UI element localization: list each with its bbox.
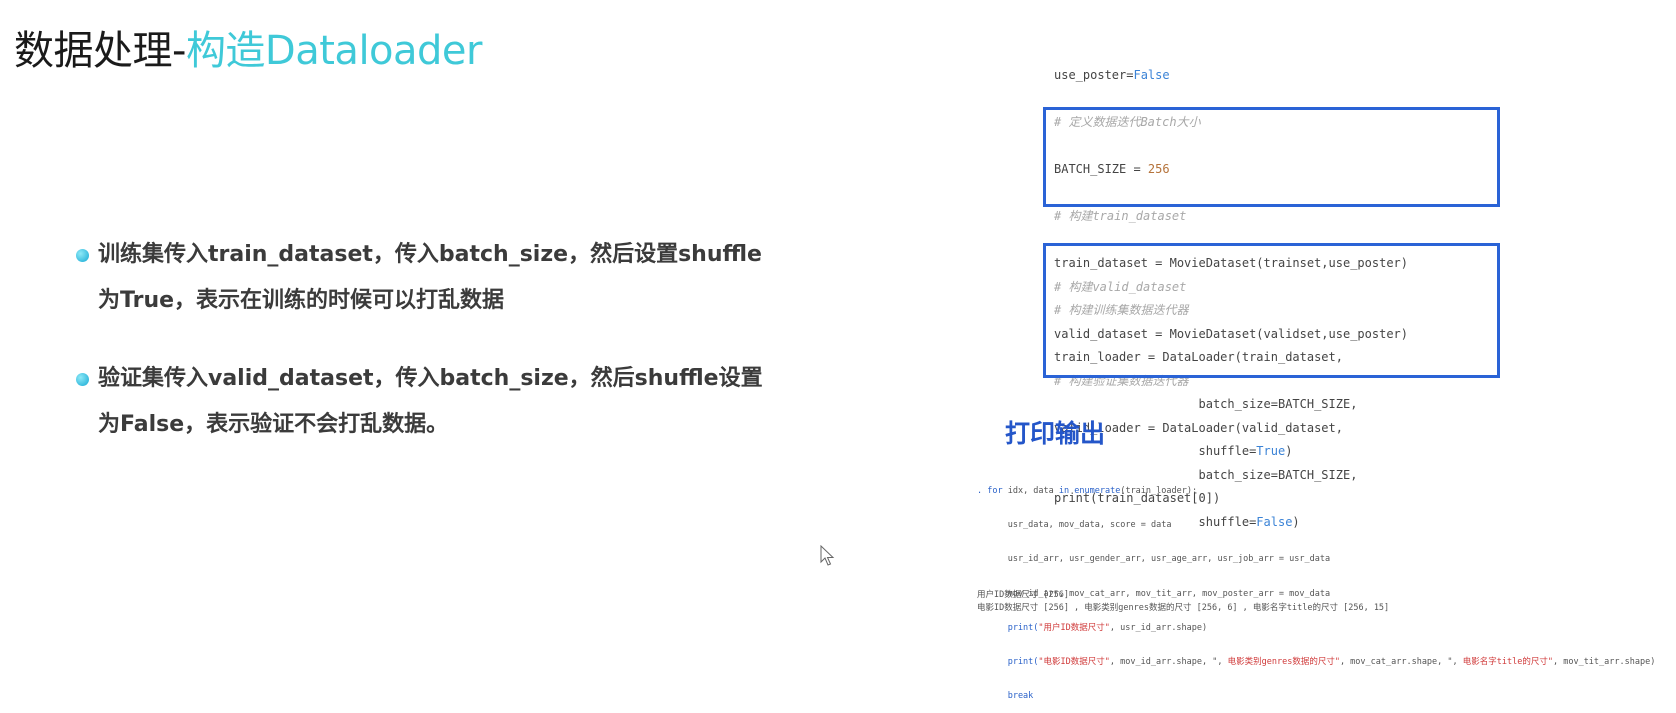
print-output-heading: 打印输出 (1005, 419, 1106, 448)
code-line: print("电影ID数据尺寸", mov_id_arr.shape, ", 电… (977, 656, 1656, 667)
bullet-train: 训练集传入train_dataset，传入batch_size，然后设置shuf… (76, 232, 846, 324)
code-line: mov_id_arr, mov_cat_arr, mov_tit_arr, mo… (977, 588, 1331, 599)
code-line: break (977, 691, 1034, 702)
highlight-box-train (1043, 107, 1500, 207)
bullet-valid: 验证集传入valid_dataset，传入batch_size，然后shuffl… (76, 356, 846, 448)
slide-title: 数据处理-构造Dataloader (14, 18, 483, 76)
code-line: usr_data, mov_data, score = data (977, 520, 1172, 531)
bullet-train-line1: 训练集传入train_dataset，传入batch_size，然后设置shuf… (98, 242, 762, 267)
title-main: 数据处理- (14, 28, 186, 74)
bullet-valid-line1: 验证集传入valid_dataset，传入batch_size，然后shuffl… (98, 366, 763, 391)
code-line: . for idx, data in enumerate(train_loade… (977, 486, 1198, 496)
output-line-2: 电影ID数据尺寸 [256] , 电影类别genres数据的尺寸 [256, 6… (977, 603, 1390, 613)
code-comment: # 构建train_dataset (1054, 209, 1187, 223)
bullet-dot-icon (76, 373, 89, 386)
output-line-1: 用户ID数据尺寸 [256] (977, 590, 1069, 600)
bullet-list: 训练集传入train_dataset，传入batch_size，然后设置shuf… (76, 232, 846, 480)
code-line: usr_id_arr, usr_gender_arr, usr_age_arr,… (977, 554, 1331, 565)
mouse-cursor-icon (820, 544, 836, 571)
title-accent: 构造Dataloader (185, 28, 483, 74)
highlight-box-valid (1043, 243, 1500, 378)
bullet-dot-icon (76, 249, 89, 262)
code-line: use_poster=False (1054, 68, 1170, 82)
code-line: valid_loader = DataLoader(valid_dataset, (1054, 421, 1343, 435)
print-code-block: . for idx, data in enumerate(train_loade… (977, 464, 1655, 713)
bullet-train-line2: 为True，表示在训练的时候可以打乱数据 (98, 288, 505, 313)
code-line: print("用户ID数据尺寸", usr_id_arr.shape) (977, 622, 1208, 633)
bullet-valid-line2: 为False，表示验证不会打乱数据。 (98, 412, 449, 437)
